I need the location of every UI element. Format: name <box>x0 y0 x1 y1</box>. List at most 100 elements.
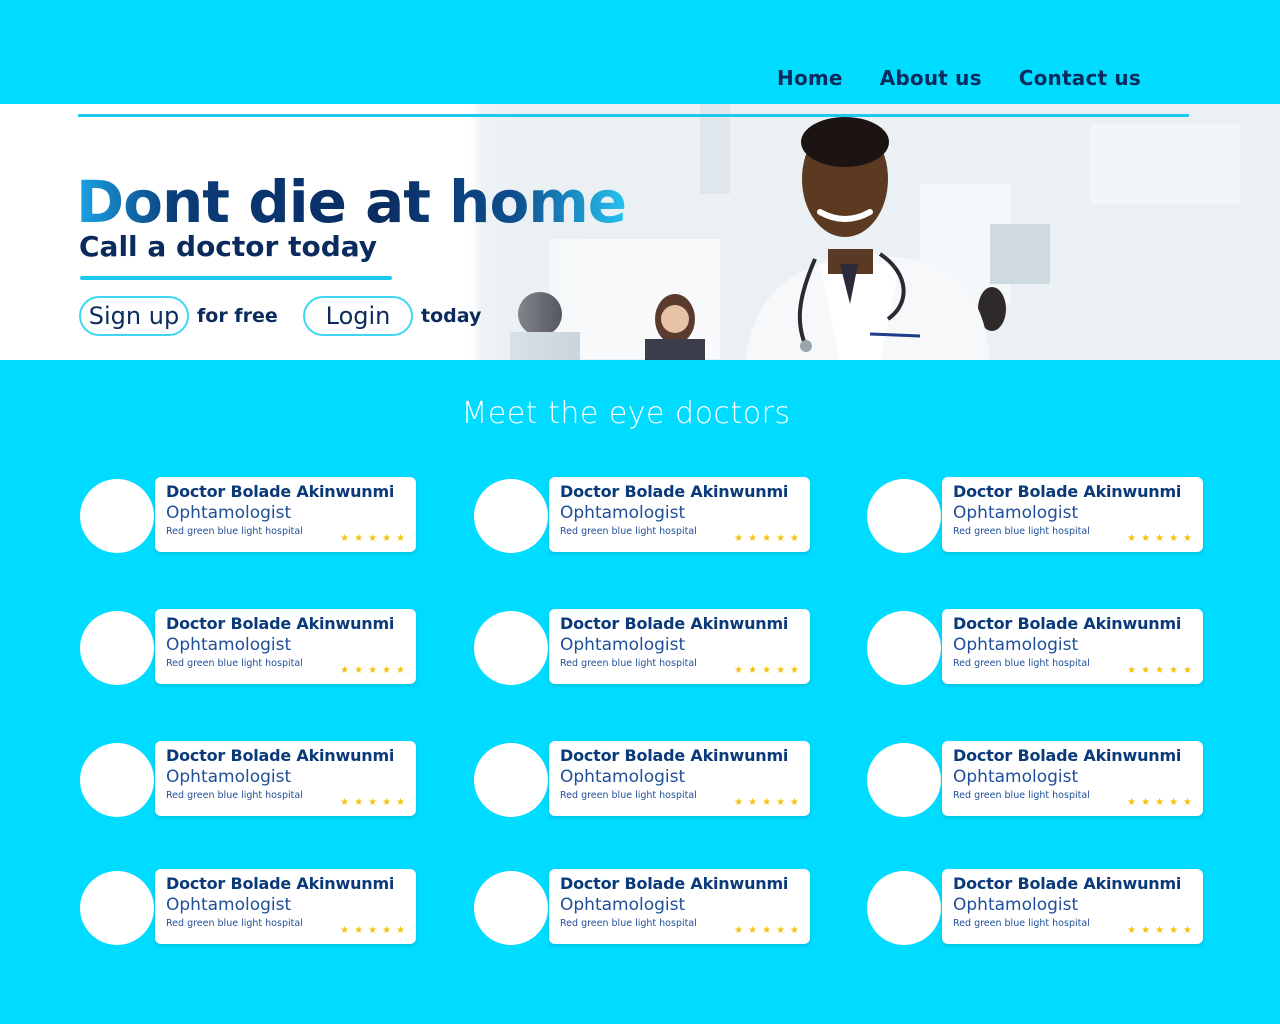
star-rating: ★★★★★ <box>340 665 410 676</box>
doctor-name: Doctor Bolade Akinwunmi <box>560 614 789 633</box>
hero-banner: Dont die at home Call a doctor today Sig… <box>0 104 1280 360</box>
avatar <box>474 743 548 817</box>
doctor-hospital: Red green blue light hospital <box>166 790 303 801</box>
doctor-info: Doctor Bolade Akinwunmi Ophtamologist Re… <box>155 477 416 552</box>
doctor-card[interactable]: Doctor Bolade Akinwunmi Ophtamologist Re… <box>867 477 1204 553</box>
login-group: Login today <box>303 296 481 336</box>
avatar <box>474 479 548 553</box>
star-rating: ★★★★★ <box>734 533 804 544</box>
doctor-card[interactable]: Doctor Bolade Akinwunmi Ophtamologist Re… <box>867 741 1204 817</box>
doctor-role: Ophtamologist <box>560 767 686 787</box>
doctor-role: Ophtamologist <box>166 767 292 787</box>
doctor-card[interactable]: Doctor Bolade Akinwunmi Ophtamologist Re… <box>80 609 417 685</box>
avatar <box>867 743 941 817</box>
doctor-card[interactable]: Doctor Bolade Akinwunmi Ophtamologist Re… <box>80 869 417 945</box>
doctor-info: Doctor Bolade Akinwunmi Ophtamologist Re… <box>942 869 1203 944</box>
doctor-card[interactable]: Doctor Bolade Akinwunmi Ophtamologist Re… <box>474 869 811 945</box>
top-navigation: Home About us Contact us <box>0 0 1280 104</box>
doctor-card[interactable]: Doctor Bolade Akinwunmi Ophtamologist Re… <box>80 741 417 817</box>
avatar <box>474 611 548 685</box>
doctor-hospital: Red green blue light hospital <box>166 918 303 929</box>
doctor-hospital: Red green blue light hospital <box>560 658 697 669</box>
doctor-info: Doctor Bolade Akinwunmi Ophtamologist Re… <box>155 741 416 816</box>
doctor-info: Doctor Bolade Akinwunmi Ophtamologist Re… <box>549 741 810 816</box>
doctor-info: Doctor Bolade Akinwunmi Ophtamologist Re… <box>942 741 1203 816</box>
doctor-role: Ophtamologist <box>953 635 1079 655</box>
avatar <box>867 871 941 945</box>
doctor-hospital: Red green blue light hospital <box>953 918 1090 929</box>
doctor-role: Ophtamologist <box>166 895 292 915</box>
doctor-card[interactable]: Doctor Bolade Akinwunmi Ophtamologist Re… <box>474 741 811 817</box>
doctor-info: Doctor Bolade Akinwunmi Ophtamologist Re… <box>942 477 1203 552</box>
doctor-hospital: Red green blue light hospital <box>560 918 697 929</box>
doctor-info: Doctor Bolade Akinwunmi Ophtamologist Re… <box>549 477 810 552</box>
star-rating: ★★★★★ <box>734 665 804 676</box>
doctor-role: Ophtamologist <box>560 635 686 655</box>
star-rating: ★★★★★ <box>340 533 410 544</box>
login-note: today <box>421 305 482 327</box>
doctor-name: Doctor Bolade Akinwunmi <box>953 614 1182 633</box>
avatar <box>867 479 941 553</box>
signup-group: Sign up for free <box>79 296 278 336</box>
avatar <box>80 743 154 817</box>
doctor-role: Ophtamologist <box>560 503 686 523</box>
doctor-info: Doctor Bolade Akinwunmi Ophtamologist Re… <box>549 609 810 684</box>
avatar <box>474 871 548 945</box>
doctor-info: Doctor Bolade Akinwunmi Ophtamologist Re… <box>155 869 416 944</box>
signup-button[interactable]: Sign up <box>79 296 189 336</box>
hero-subtitle: Call a doctor today <box>79 230 378 263</box>
doctor-role: Ophtamologist <box>953 895 1079 915</box>
doctor-info: Doctor Bolade Akinwunmi Ophtamologist Re… <box>155 609 416 684</box>
star-rating: ★★★★★ <box>734 925 804 936</box>
doctor-info: Doctor Bolade Akinwunmi Ophtamologist Re… <box>942 609 1203 684</box>
nav-about-link[interactable]: About us <box>880 66 982 90</box>
doctor-role: Ophtamologist <box>953 503 1079 523</box>
doctor-hospital: Red green blue light hospital <box>953 658 1090 669</box>
nav-contact-link[interactable]: Contact us <box>1019 66 1141 90</box>
doctor-hospital: Red green blue light hospital <box>953 790 1090 801</box>
avatar <box>80 479 154 553</box>
nav-links: Home About us Contact us <box>777 66 1141 90</box>
doctor-role: Ophtamologist <box>166 635 292 655</box>
doctor-role: Ophtamologist <box>560 895 686 915</box>
star-rating: ★★★★★ <box>340 925 410 936</box>
avatar <box>80 611 154 685</box>
doctor-name: Doctor Bolade Akinwunmi <box>560 746 789 765</box>
doctor-role: Ophtamologist <box>953 767 1079 787</box>
doctor-card[interactable]: Doctor Bolade Akinwunmi Ophtamologist Re… <box>474 609 811 685</box>
signup-note: for free <box>197 305 278 327</box>
nav-home-link[interactable]: Home <box>777 66 843 90</box>
doctor-name: Doctor Bolade Akinwunmi <box>166 874 395 893</box>
doctor-name: Doctor Bolade Akinwunmi <box>166 746 395 765</box>
section-title: Meet the eye doctors <box>461 396 791 431</box>
doctor-hospital: Red green blue light hospital <box>166 526 303 537</box>
doctor-card[interactable]: Doctor Bolade Akinwunmi Ophtamologist Re… <box>80 477 417 553</box>
avatar <box>867 611 941 685</box>
doctor-card[interactable]: Doctor Bolade Akinwunmi Ophtamologist Re… <box>867 869 1204 945</box>
doctor-card[interactable]: Doctor Bolade Akinwunmi Ophtamologist Re… <box>474 477 811 553</box>
doctor-hospital: Red green blue light hospital <box>166 658 303 669</box>
doctor-hospital: Red green blue light hospital <box>953 526 1090 537</box>
doctor-name: Doctor Bolade Akinwunmi <box>560 874 789 893</box>
star-rating: ★★★★★ <box>1127 533 1197 544</box>
avatar <box>80 871 154 945</box>
doctor-card[interactable]: Doctor Bolade Akinwunmi Ophtamologist Re… <box>867 609 1204 685</box>
doctor-role: Ophtamologist <box>166 503 292 523</box>
doctor-name: Doctor Bolade Akinwunmi <box>560 482 789 501</box>
hero-underline <box>80 276 392 280</box>
doctor-hospital: Red green blue light hospital <box>560 790 697 801</box>
doctor-hospital: Red green blue light hospital <box>560 526 697 537</box>
doctor-name: Doctor Bolade Akinwunmi <box>953 746 1182 765</box>
doctor-name: Doctor Bolade Akinwunmi <box>166 614 395 633</box>
star-rating: ★★★★★ <box>1127 665 1197 676</box>
doctor-name: Doctor Bolade Akinwunmi <box>166 482 395 501</box>
doctor-name: Doctor Bolade Akinwunmi <box>953 874 1182 893</box>
star-rating: ★★★★★ <box>1127 925 1197 936</box>
hero-title: Dont die at home <box>76 168 627 236</box>
star-rating: ★★★★★ <box>734 797 804 808</box>
hero-top-divider <box>78 114 1189 117</box>
doctor-name: Doctor Bolade Akinwunmi <box>953 482 1182 501</box>
login-button[interactable]: Login <box>303 296 413 336</box>
doctor-info: Doctor Bolade Akinwunmi Ophtamologist Re… <box>549 869 810 944</box>
star-rating: ★★★★★ <box>1127 797 1197 808</box>
